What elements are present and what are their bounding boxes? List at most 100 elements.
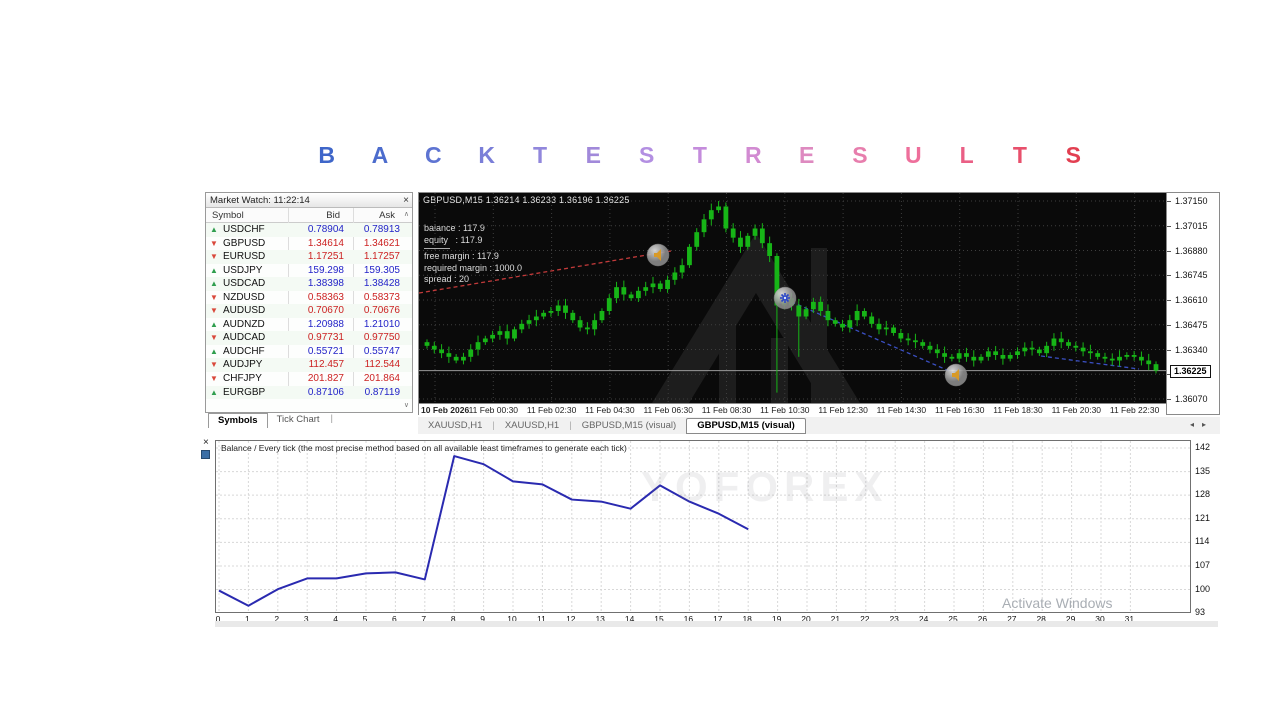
scroll-down-icon[interactable]: ∨ (404, 401, 409, 409)
down-arrow-icon: ▼ (210, 239, 218, 248)
ask-value: 159.305 (364, 265, 400, 276)
ask-value: 201.864 (364, 373, 400, 384)
chart-tab-bar: XAUUSD,H1|XAUUSD,H1|GBPUSD,M15 (visual)G… (418, 417, 1220, 434)
up-arrow-icon: ▲ (210, 266, 218, 275)
axis-tick (1167, 325, 1171, 326)
time-axis-label: 10 Feb 2026 (421, 405, 469, 415)
symbol-label: EURGBP (223, 387, 265, 398)
table-row[interactable]: ▼GBPUSD1.346141.34621 (206, 237, 412, 251)
title-letter: T (993, 140, 1046, 170)
price-axis-label: 1.36340 (1175, 345, 1208, 355)
time-axis-label: 11 Feb 02:30 (527, 405, 576, 415)
axis-tick (1167, 201, 1171, 202)
time-axis[interactable]: 10 Feb 202611 Feb 00:30 11 Feb 02:30 11 Fe… (419, 403, 1166, 416)
balance-y-label: 128 (1195, 489, 1210, 499)
balance-chart-caption: Balance / Every tick (the most precise m… (221, 443, 627, 453)
chart-tab-0[interactable]: XAUUSD,H1 (418, 419, 492, 433)
symbol-label: CHFJPY (223, 373, 262, 384)
price-axis-label: 1.36610 (1175, 295, 1208, 305)
close-icon[interactable]: × (203, 437, 209, 448)
down-arrow-icon: ▼ (210, 252, 218, 261)
market-watch-titlebar[interactable]: Market Watch: 11:22:14 × (206, 193, 412, 208)
balance-y-label: 107 (1195, 560, 1210, 570)
ask-value: 1.38428 (364, 278, 400, 289)
ask-value: 0.97750 (364, 332, 400, 343)
table-row[interactable]: ▲USDCAD1.383981.38428 (206, 277, 412, 291)
price-axis-label: 1.36745 (1175, 270, 1208, 280)
time-axis-label: 11 Feb 16:30 (935, 405, 984, 415)
axis-tick (1167, 275, 1171, 276)
title-letter: S (1047, 140, 1100, 170)
balance-y-label: 93 (1195, 607, 1205, 617)
sound-marker[interactable] (945, 364, 967, 386)
table-row[interactable]: ▼AUDCAD0.977310.97750 (206, 331, 412, 345)
candlestick-chart[interactable]: GBPUSD,M15 1.36214 1.36233 1.36196 1.362… (419, 193, 1166, 403)
time-axis-label: 11 Feb 12:30 (818, 405, 867, 415)
table-row[interactable]: ▲AUDCHF0.557210.55747 (206, 345, 412, 359)
window-bottom-edge (215, 621, 1218, 627)
red-trendline[interactable] (419, 251, 671, 293)
title-letter: L (940, 140, 993, 170)
time-axis-label: 11 Feb 04:30 (585, 405, 634, 415)
tab-tick-chart[interactable]: Tick Chart (268, 413, 329, 427)
up-arrow-icon: ▲ (210, 279, 218, 288)
column-bid: Bid (326, 210, 340, 221)
time-axis-label: 11 Feb 20:30 (1052, 405, 1101, 415)
table-row[interactable]: ▲AUDNZD1.209881.21010 (206, 318, 412, 332)
balance-chart[interactable]: YOFOREX Balance / Every tick (the most p… (215, 440, 1191, 613)
bid-value: 1.34614 (308, 238, 344, 249)
ask-value: 1.17257 (364, 251, 400, 262)
table-row[interactable]: ▼CHFJPY201.827201.864 (206, 372, 412, 386)
table-row[interactable]: ▲USDCHF0.789040.78913 (206, 223, 412, 237)
balance-y-label: 121 (1195, 513, 1210, 523)
trade-entry-marker[interactable] (774, 287, 796, 309)
symbol-label: NZDUSD (223, 292, 265, 303)
balance-y-label: 142 (1195, 442, 1210, 452)
candlestick-svg (419, 193, 1166, 403)
tab-separator: | (331, 413, 333, 424)
bid-value: 0.97731 (308, 332, 344, 343)
balance-y-label: 100 (1195, 584, 1210, 594)
up-arrow-icon: ▲ (210, 388, 218, 397)
up-arrow-icon: ▲ (210, 225, 218, 234)
title-letter: C (407, 140, 460, 170)
scroll-up-icon[interactable]: ∧ (404, 210, 409, 218)
time-axis-label: 11 Feb 00:30 (469, 405, 518, 415)
title-letter: E (567, 140, 620, 170)
symbol-label: USDJPY (223, 265, 262, 276)
page-title: BACKTESTRESULTS (300, 140, 1100, 170)
chart-tab-2[interactable]: GBPUSD,M15 (visual) (572, 419, 687, 433)
ask-value: 0.58373 (364, 292, 400, 303)
market-watch-panel: Market Watch: 11:22:14 × Symbol Bid Ask … (205, 192, 413, 413)
tab-symbols[interactable]: Symbols (208, 413, 268, 428)
down-arrow-icon: ▼ (210, 293, 218, 302)
column-symbol: Symbol (212, 210, 244, 221)
column-ask: Ask (379, 210, 395, 221)
symbol-label: AUDNZD (223, 319, 265, 330)
axis-tick (1167, 226, 1171, 227)
chart-tab-3[interactable]: GBPUSD,M15 (visual) (686, 418, 806, 434)
chart-mode-icon[interactable] (201, 450, 210, 459)
bid-value: 1.20988 (308, 319, 344, 330)
close-icon[interactable]: × (403, 193, 409, 208)
balance-y-label: 114 (1195, 536, 1209, 546)
chart-tab-1[interactable]: XAUUSD,H1 (495, 419, 569, 433)
time-axis-label: 11 Feb 22:30 (1110, 405, 1159, 415)
table-row[interactable]: ▲EURGBP0.871060.87119 (206, 386, 412, 400)
tab-scroll-arrows[interactable]: ◂▸ (1190, 420, 1214, 429)
table-row[interactable]: ▼AUDUSD0.706700.70676 (206, 304, 412, 318)
table-row[interactable]: ▼AUDJPY112.457112.544 (206, 358, 412, 372)
symbol-label: AUDUSD (223, 305, 265, 316)
ask-value: 0.55747 (364, 346, 400, 357)
symbol-label: USDCAD (223, 278, 265, 289)
sound-marker[interactable] (647, 244, 669, 266)
table-row[interactable]: ▲USDJPY159.298159.305 (206, 264, 412, 278)
title-letter: B (300, 140, 353, 170)
bid-value: 112.457 (309, 359, 344, 370)
ask-value: 0.87119 (365, 387, 400, 398)
table-row[interactable]: ▼NZDUSD0.583630.58373 (206, 291, 412, 305)
desktop-background: BACKTESTRESULTS Market Watch: 11:22:14 ×… (0, 0, 1280, 720)
symbol-label: EURUSD (223, 251, 265, 262)
price-axis[interactable]: 1.371501.370151.368801.367451.366101.364… (1166, 193, 1219, 414)
table-row[interactable]: ▼EURUSD1.172511.17257 (206, 250, 412, 264)
